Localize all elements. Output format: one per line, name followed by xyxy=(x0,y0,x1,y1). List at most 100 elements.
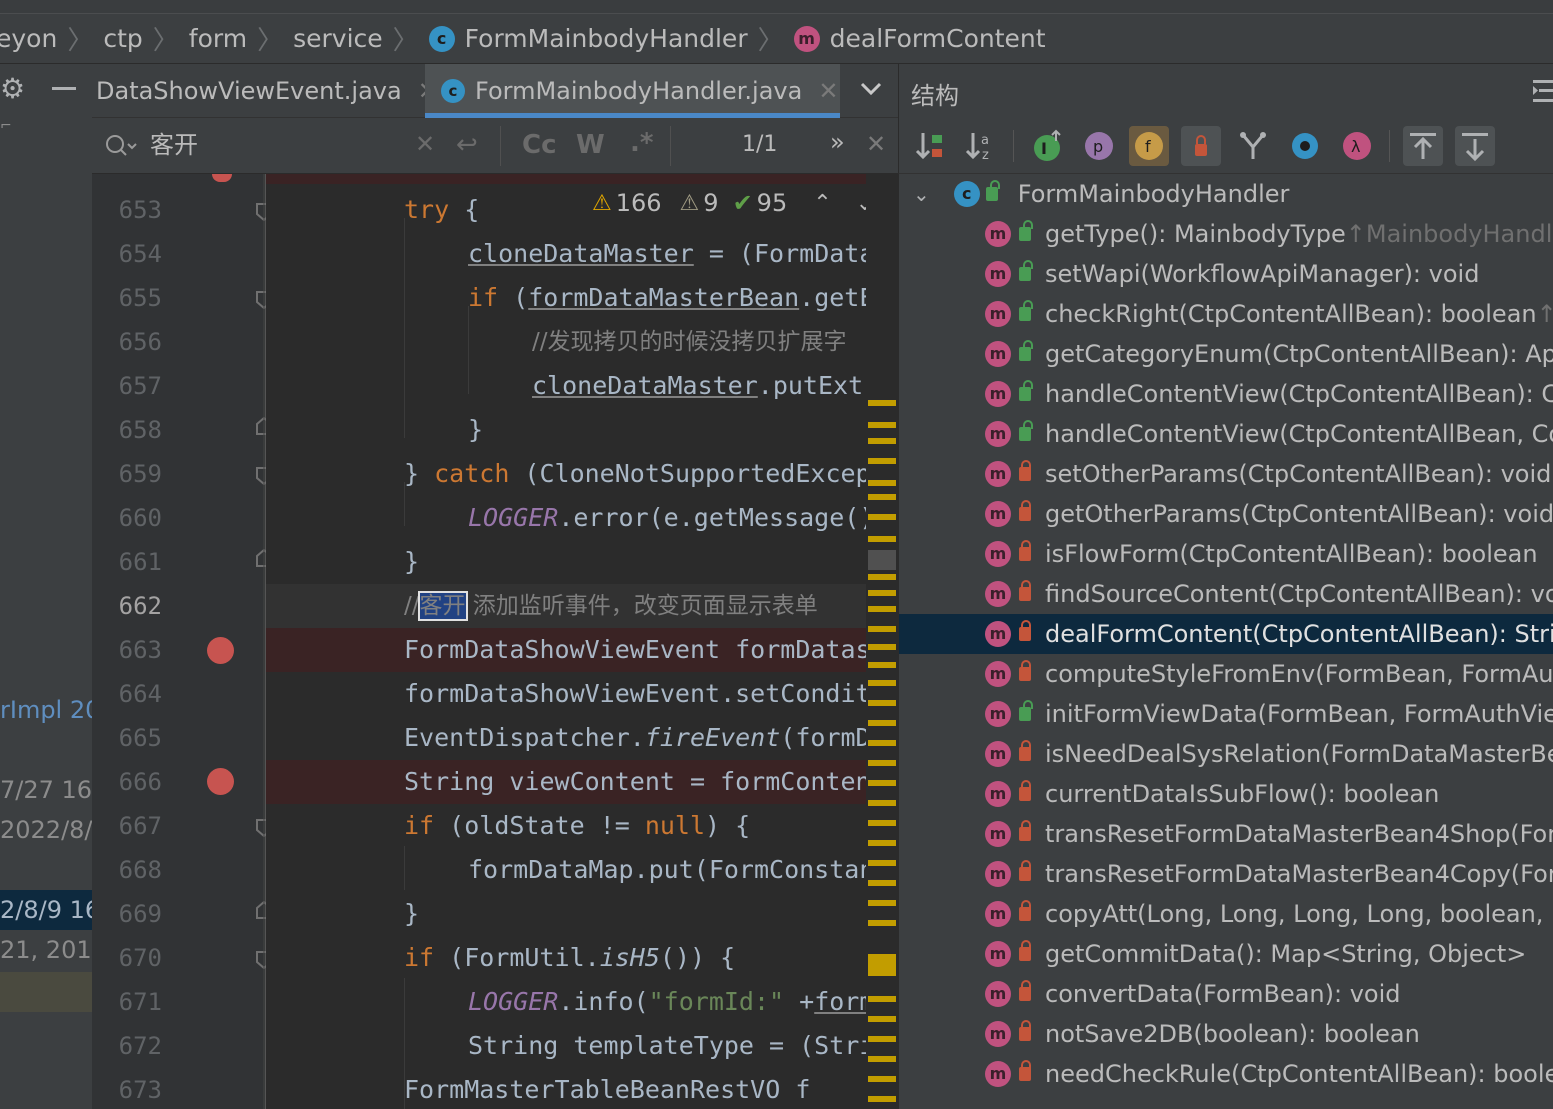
line-number[interactable]: 668 xyxy=(92,856,162,884)
line-number[interactable]: 669 xyxy=(92,900,162,928)
structure-member-item[interactable]: m currentDataIsSubFlow(): boolean xyxy=(899,774,1553,814)
breakpoint-icon[interactable] xyxy=(207,637,234,664)
public-icon xyxy=(1019,340,1033,361)
line-number[interactable]: 670 xyxy=(92,944,162,972)
clear-search-icon[interactable]: ✕ xyxy=(415,130,435,158)
breadcrumb-item-method[interactable]: dealFormContent xyxy=(830,24,1046,53)
structure-member-item[interactable]: m transResetFormDataMasterBean4Shop(Form xyxy=(899,814,1553,854)
tab-formmainbodyhandler[interactable]: c FormMainbodyHandler.java ✕ xyxy=(425,64,840,118)
expand-all-icon[interactable] xyxy=(1403,126,1443,166)
structure-member-item[interactable]: m handleContentView(CtpContentAllBean, Co xyxy=(899,414,1553,454)
show-properties-icon[interactable]: p xyxy=(1079,126,1119,166)
structure-member-item[interactable]: m copyAtt(Long, Long, Long, Long, boolean… xyxy=(899,894,1553,934)
structure-member-item[interactable]: m computeStyleFromEnv(FormBean, FormAuth xyxy=(899,654,1553,694)
chevron-up-icon[interactable]: ⌃ xyxy=(813,191,831,216)
member-signature: getCommitData(): Map<String, Object> xyxy=(1045,940,1527,968)
structure-member-item[interactable]: m transResetFormDataMasterBean4Copy(Form xyxy=(899,854,1553,894)
line-number[interactable]: 653 xyxy=(92,196,162,224)
line-number[interactable]: 662 xyxy=(92,592,162,620)
structure-member-item[interactable]: m getCategoryEnum(CtpContentAllBean): App xyxy=(899,334,1553,374)
chevron-down-icon[interactable]: ⌄ xyxy=(856,191,866,216)
breadcrumb-item-class[interactable]: FormMainbodyHandler xyxy=(465,24,748,53)
structure-member-item[interactable]: m notSave2DB(boolean): boolean xyxy=(899,1014,1553,1054)
tab-datashowviewevent[interactable]: DataShowViewEvent.java ✕ xyxy=(92,64,438,118)
tab-label: FormMainbodyHandler.java xyxy=(475,77,803,105)
breadcrumb-item-service[interactable]: service xyxy=(293,24,383,53)
list-item[interactable]: 7/27 16: xyxy=(0,776,92,804)
line-number[interactable]: 665 xyxy=(92,724,162,752)
member-signature: computeStyleFromEnv(FormBean, FormAuth xyxy=(1045,660,1553,688)
panel-options-icon[interactable] xyxy=(1529,76,1553,106)
sort-by-visibility-icon[interactable] xyxy=(911,126,951,166)
line-number[interactable]: 661 xyxy=(92,548,162,576)
member-signature: transResetFormDataMasterBean4Copy(Form xyxy=(1045,860,1553,888)
list-item[interactable]: rImpl 20 xyxy=(0,696,92,724)
error-stripe[interactable] xyxy=(866,174,898,1109)
class-icon: c xyxy=(953,181,980,207)
structure-member-item[interactable]: m getType(): MainbodyType ↑MainbodyHandle… xyxy=(899,214,1553,254)
line-number[interactable]: 654 xyxy=(92,240,162,268)
search-icon[interactable] xyxy=(104,132,138,162)
structure-member-item[interactable]: m initFormViewData(FormBean, FormAuthView xyxy=(899,694,1553,734)
show-interfaces-icon[interactable] xyxy=(1285,126,1325,166)
line-number[interactable]: 664 xyxy=(92,680,162,708)
line-number[interactable]: 655 xyxy=(92,284,162,312)
gear-icon[interactable]: ⚙ xyxy=(0,74,26,104)
structure-member-item[interactable]: m isNeedDealSysRelation(FormDataMasterBea xyxy=(899,734,1553,774)
breadcrumb-item-ctp[interactable]: ctp xyxy=(103,24,142,53)
show-non-public-icon[interactable] xyxy=(1181,126,1221,166)
search-input[interactable]: 客开 xyxy=(150,128,410,162)
close-icon[interactable]: ✕ xyxy=(866,130,886,158)
structure-tree[interactable]: ⌄ c FormMainbodyHandler m getType(): Main… xyxy=(898,174,1553,1109)
sort-alphabetically-icon[interactable]: az xyxy=(961,126,1001,166)
line-number[interactable]: 672 xyxy=(92,1032,162,1060)
line-number[interactable]: 657 xyxy=(92,372,162,400)
structure-panel-header: 结构 xyxy=(898,64,1553,118)
structure-member-item[interactable]: m isFlowForm(CtpContentAllBean): boolean xyxy=(899,534,1553,574)
close-icon[interactable]: ✕ xyxy=(818,77,838,105)
structure-member-item[interactable]: m handleContentView(CtpContentAllBean): C… xyxy=(899,374,1553,414)
tree-root-class[interactable]: ⌄ c FormMainbodyHandler xyxy=(899,174,1553,214)
structure-member-item[interactable]: m dealFormContent(CtpContentAllBean): Str… xyxy=(899,614,1553,654)
list-item[interactable]: 21, 201.7 xyxy=(0,936,92,964)
line-number[interactable]: 658 xyxy=(92,416,162,444)
breakpoint-icon[interactable] xyxy=(207,768,234,795)
breadcrumb-item-project[interactable]: eyon xyxy=(0,24,57,53)
structure-member-item[interactable]: m setOtherParams(CtpContentAllBean): void xyxy=(899,454,1553,494)
structure-member-item[interactable]: m checkRight(CtpContentAllBean): boolean … xyxy=(899,294,1553,334)
code-editor[interactable]: try { cloneDataMaster = (FormData if (fo… xyxy=(266,174,866,1109)
collapse-all-icon[interactable] xyxy=(1455,126,1495,166)
chevron-down-icon[interactable] xyxy=(856,74,886,104)
structure-member-item[interactable]: m getCommitData(): Map<String, Object> xyxy=(899,934,1553,974)
line-number[interactable]: 659 xyxy=(92,460,162,488)
show-anonymous-icon[interactable] xyxy=(1233,126,1273,166)
line-number[interactable]: 667 xyxy=(92,812,162,840)
list-item[interactable]: 2022/8/10 xyxy=(0,816,92,844)
structure-member-item[interactable]: m convertData(FormBean): void xyxy=(899,974,1553,1014)
line-number[interactable]: 666 xyxy=(92,768,162,796)
regex-button[interactable]: .* xyxy=(630,128,653,158)
new-line-icon[interactable]: ↩ xyxy=(456,130,478,160)
show-lambdas-icon[interactable]: λ xyxy=(1337,126,1377,166)
line-number[interactable]: 656 xyxy=(92,328,162,356)
whole-words-button[interactable]: W xyxy=(576,130,605,160)
show-fields-icon[interactable]: f xyxy=(1129,126,1169,166)
line-number[interactable]: 671 xyxy=(92,988,162,1016)
list-item[interactable]: 2/8/9 16: xyxy=(0,896,92,924)
match-case-button[interactable]: Cc xyxy=(522,130,557,160)
breadcrumb-item-form[interactable]: form xyxy=(189,24,247,53)
chevron-down-icon[interactable]: ⌄ xyxy=(913,182,930,206)
structure-member-item[interactable]: m findSourceContent(CtpContentAllBean): v… xyxy=(899,574,1553,614)
structure-member-item[interactable]: m setWapi(WorkflowApiManager): void xyxy=(899,254,1553,294)
structure-member-item[interactable]: m getOtherParams(CtpContentAllBean): void xyxy=(899,494,1553,534)
method-icon: m xyxy=(985,341,1011,367)
line-number[interactable]: 663 xyxy=(92,636,162,664)
left-tool-panel: ⚙ ⌐ rImpl 20 7/27 16: 2022/8/10 2/8/9 16… xyxy=(0,64,92,1109)
more-options-icon[interactable]: » xyxy=(830,128,845,156)
show-inherited-icon[interactable]: I xyxy=(1027,126,1067,166)
minimize-icon[interactable] xyxy=(52,87,76,90)
inspection-widget[interactable]: ⚠ 166 ⚠ 9 ✔ 95 ⌃ ⌄ xyxy=(592,186,866,220)
structure-member-item[interactable]: m needCheckRule(CtpContentAllBean): boole… xyxy=(899,1054,1553,1094)
line-number[interactable]: 673 xyxy=(92,1076,162,1104)
line-number[interactable]: 660 xyxy=(92,504,162,532)
